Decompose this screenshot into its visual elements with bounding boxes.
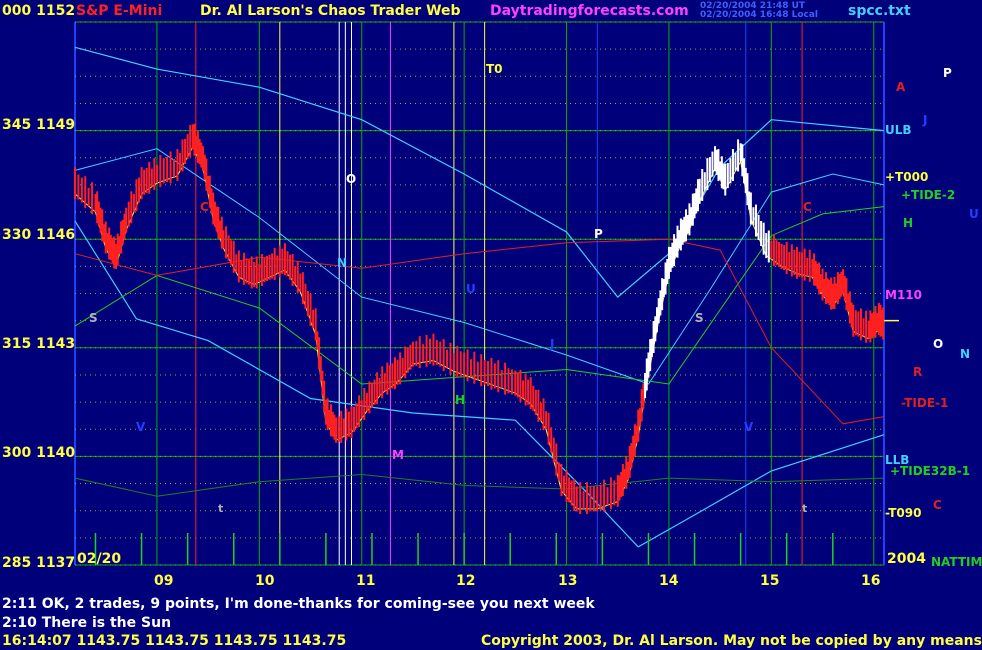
x-tick-label: 15 [760,573,780,589]
comment-line-2: 2:10 There is the Sun [2,615,172,631]
s-marker: S [89,311,98,325]
upper-band-line [74,46,885,298]
o-marker: O [346,172,357,186]
year-label: 2004 [887,551,926,567]
c-right-label: C [933,498,942,512]
s-marker: S [695,311,704,325]
n-marker: N [337,256,348,270]
chart-window: 000 1152 S&P E-Mini Dr. Al Larson's Chao… [0,0,982,650]
y-tick-label: 330 1146 [2,227,76,243]
site-url-link[interactable]: Daytradingforecasts.com [490,3,689,19]
middle-band-line [74,148,885,385]
o-label: O [933,337,944,351]
chart-title: S&P E-Mini [76,3,163,19]
r-label: R [913,365,923,379]
lower-band-line [74,220,885,548]
tide1-label: -TIDE-1 [901,396,949,410]
c-marker: C [200,200,209,214]
t-marker: t [802,502,808,515]
y-tick-label: 300 1140 [2,445,76,461]
h-marker: H [455,393,466,407]
t0-marker: T0 [486,62,503,76]
quote-line: 16:14:07 1143.75 1143.75 1143.75 1143.75 [2,633,347,649]
price-chart [74,21,899,566]
site-title: Dr. Al Larson's Chaos Trader Web [200,3,461,19]
x-tick-label: 11 [356,573,376,589]
date-label: 02/20 [77,551,122,567]
x-tick-label: 10 [255,573,275,589]
y-tick-label: 285 1137 [2,555,76,571]
x-tick-label: 14 [659,573,679,589]
u-marker: U [466,282,476,296]
y-tick-label: 315 1143 [2,336,76,352]
file-name: spcc.txt [848,3,911,19]
comment-line-1: 2:11 OK, 2 trades, 9 points, I'm done-th… [2,596,595,612]
a-right-label: A [896,80,906,94]
t000-label: +T000 [885,170,929,184]
j-right-label: J [923,113,928,127]
n-label: N [960,347,971,361]
p-right-label: P [943,66,952,80]
nattime-label: NATTIME [931,555,982,569]
j-marker: J [550,337,555,351]
y-axis-top-label: 000 1152 [2,3,76,19]
h-label: H [903,216,914,230]
v-marker: V [744,420,754,434]
ulb-label: ULB [885,123,912,137]
x-tick-label: 13 [558,573,578,589]
t090-label: -T090 [885,506,922,520]
m110-label: M110 [885,288,922,302]
tide-red-line [74,238,885,425]
tide32-green-line [74,473,885,497]
m-marker: M [392,448,404,462]
c-marker-2: C [803,200,812,214]
x-tick-label: 09 [154,573,174,589]
copyright: Copyright 2003, Dr. Al Larson. May not b… [481,633,982,649]
x-tick-label: 16 [861,573,881,589]
x-tick-label: 12 [456,573,476,589]
p-marker: P [594,227,603,241]
y-tick-label: 345 1149 [2,117,76,133]
u-right-label: U [969,207,979,221]
t-marker: t [218,502,224,515]
tide2-label: +TIDE-2 [901,188,956,202]
tide32b-label: +TIDE32B-1 [890,464,971,478]
tide-green-line [74,206,885,385]
v-marker: V [136,420,146,434]
timestamp-line-2: 02/20/2004 16:48 Local [700,10,818,20]
